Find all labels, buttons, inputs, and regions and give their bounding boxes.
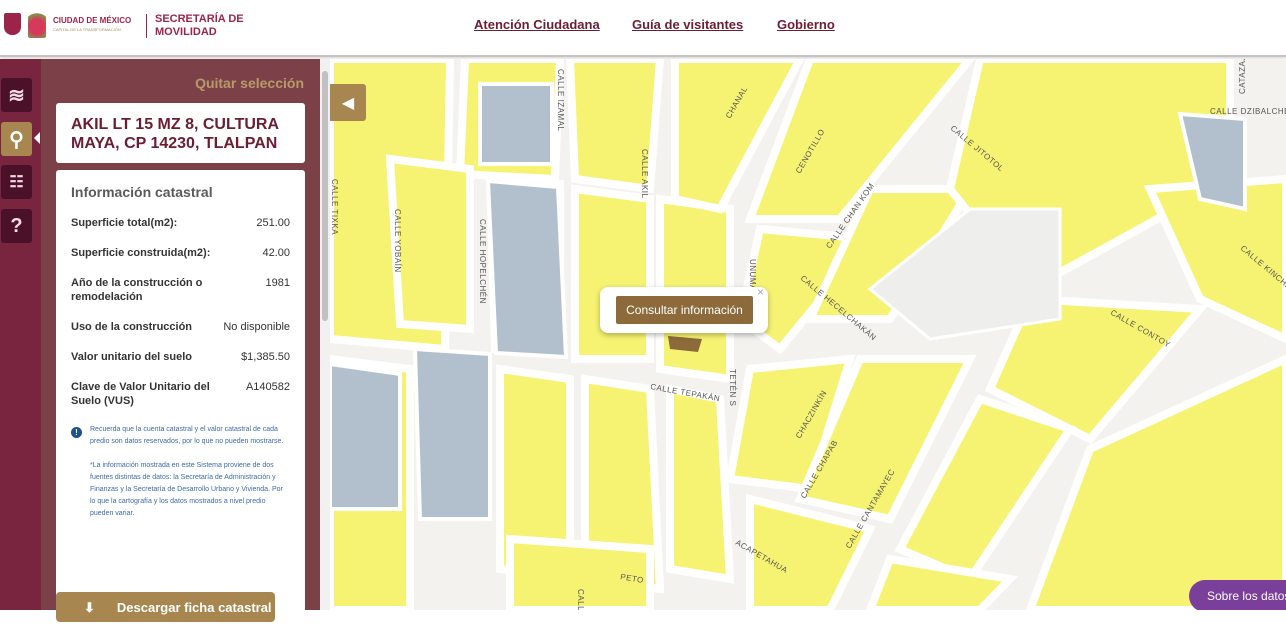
consult-info-button[interactable]: Consultar información [616, 296, 753, 324]
search-button[interactable]: ⚲ [1, 122, 32, 156]
info-icon: ! [71, 427, 82, 438]
info-title: Información catastral [71, 184, 213, 200]
info-label: Año de la construcción o remodelación [71, 277, 203, 303]
layers-button[interactable]: ≋ [1, 78, 32, 112]
close-icon[interactable]: × [757, 285, 764, 299]
map[interactable]: CALLE IZAMAL CALLE AKIL CHANAL CENOTILLO CAL… [330, 59, 1286, 610]
agency-name: SECRETARÍA DE MOVILIDAD [155, 13, 244, 38]
info-row: Valor unitario del suelo $1,385.50 [71, 350, 290, 364]
scrollbar-thumb[interactable] [322, 71, 328, 321]
street-label: CALLE DZIBALCHE [1210, 107, 1286, 116]
street-label: CALLE YOBAÍN [393, 209, 402, 273]
clipboard-icon: ☷ [9, 174, 24, 191]
info-row: Superficie construida(m2): 42.00 [71, 246, 290, 260]
street-label: CATAZAJA [1238, 59, 1247, 94]
active-caret-icon [34, 132, 40, 144]
nav-gobierno[interactable]: Gobierno [777, 17, 835, 32]
privacy-note: ! Recuerda que la cuenta catastral y el … [71, 424, 290, 532]
selected-address: AKIL LT 15 MZ 8, CULTURA MAYA, CP 14230,… [56, 103, 305, 163]
info-label: Uso de la construcción [71, 321, 193, 333]
nav-atencion-ciudadana[interactable]: Atención Ciudadana [474, 17, 600, 32]
help-icon: ? [10, 214, 23, 237]
street-label: CALLE IZAMAL [576, 589, 585, 610]
info-value: 1981 [265, 277, 290, 289]
nav-guia-visitantes[interactable]: Guía de visitantes [632, 17, 743, 32]
header: CIUDAD DE MÉXICO CAPITAL DE LA TRANSFORM… [0, 0, 1286, 57]
info-label: Valor unitario del suelo [71, 351, 193, 363]
info-row: Clave de Valor Unitario del Suelo (VUS) A… [71, 380, 290, 408]
brand-name: CIUDAD DE MÉXICO [53, 16, 132, 25]
street-label: TETÉN S [728, 369, 737, 406]
info-row: Uso de la construcción No disponible [71, 320, 290, 334]
info-row: Superficie total(m2): 251.00 [71, 216, 290, 230]
about-data-button[interactable]: Sobre los datos [1189, 580, 1286, 610]
info-value: 42.00 [262, 247, 290, 259]
search-icon: ⚲ [9, 128, 24, 151]
download-label: Descargar ficha catastral [116, 600, 272, 615]
info-label: Superficie construida(m2): [71, 247, 211, 259]
street-label: CALLE HOPELCHÉN [478, 219, 487, 304]
cadastral-info-card: Información catastral Superficie total(m… [56, 170, 305, 630]
info-label: Clave de Valor Unitario del Suelo (VUS) [71, 381, 210, 407]
download-icon: ⬇ [84, 600, 95, 615]
note-reserved: Recuerda que la cuenta catastral y el va… [90, 426, 284, 445]
note-sources: *La información mostrada en este Sistema… [90, 462, 283, 517]
map-popup: Consultar información × [600, 285, 768, 333]
street-label: CALLE IZAMAL [556, 69, 565, 132]
cdmx-shield-logo [4, 13, 21, 35]
info-value: A140582 [245, 381, 290, 393]
map-canvas[interactable]: CALLE IZAMALCALLE AKILCHANALCENOTILLO CAL… [330, 59, 1286, 610]
layers-icon: ≋ [8, 84, 25, 107]
clear-selection-link[interactable]: Quitar selección [195, 75, 304, 91]
info-value: $1,385.50 [241, 351, 290, 363]
info-value: 251.00 [256, 217, 290, 229]
help-button[interactable]: ? [1, 209, 32, 243]
chevron-left-icon: ◀ [341, 94, 355, 112]
street-label: CALLE AKIL [640, 149, 649, 199]
street-label: CALLE TIXKA [330, 179, 339, 235]
info-panel: Quitar selección AKIL LT 15 MZ 8, CULTUR… [41, 59, 320, 630]
cdmx-heart-logo [28, 10, 46, 38]
logo-divider [146, 14, 147, 38]
info-row: Año de la construcción o remodelación 198… [71, 276, 290, 304]
collapse-panel-button[interactable]: ◀ [330, 84, 366, 121]
brand-tagline: CAPITAL DE LA TRANSFORMACIÓN [53, 27, 121, 32]
info-label: Superficie total(m2): [71, 217, 178, 229]
download-sheet-button[interactable]: ⬇ Descargar ficha catastral [56, 592, 275, 622]
tool-rail: ≋ ⚲ ☷ ? [0, 59, 41, 610]
info-value: No disponible [223, 321, 290, 333]
clipboard-button[interactable]: ☷ [1, 165, 32, 199]
panel-scrollbar[interactable] [320, 59, 330, 610]
